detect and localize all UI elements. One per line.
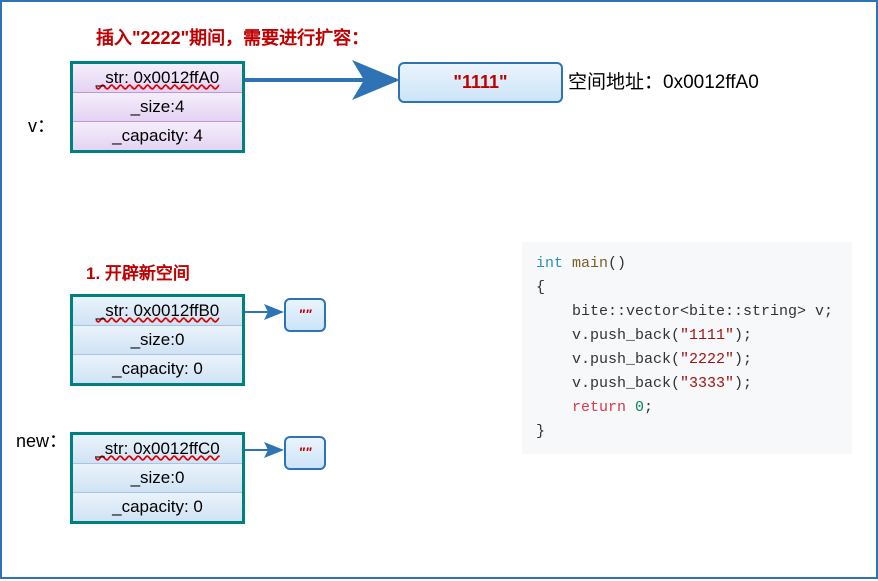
- code-semi: ;: [644, 399, 653, 416]
- struct-v: _str: 0x0012ffA0 _size:4 _capacity: 4: [70, 61, 245, 153]
- struct-v-size: _size:4: [73, 93, 242, 122]
- address-label: 空间地址：0x0012ffA0: [568, 67, 759, 94]
- code-push3c: );: [734, 375, 752, 392]
- code-push2-str: "2222": [680, 351, 734, 368]
- struct-v-str: _str: 0x0012ffA0: [73, 64, 242, 93]
- struct-new1: _str: 0x0012ffB0 _size:0 _capacity: 0: [70, 294, 245, 386]
- struct-new2: _str: 0x0012ffC0 _size:0 _capacity: 0: [70, 432, 245, 524]
- code-push1-str: "1111": [680, 327, 734, 344]
- code-return: return: [536, 399, 626, 416]
- struct-new2-str: _str: 0x0012ffC0: [73, 435, 242, 464]
- value-1111-text: "1111": [453, 72, 507, 92]
- struct-new2-size: _size:0: [73, 464, 242, 493]
- value-box-empty2: "": [284, 436, 326, 470]
- code-push2a: v.push_back(: [536, 351, 680, 368]
- code-push1c: );: [734, 327, 752, 344]
- code-brace-open: {: [536, 279, 545, 296]
- code-block: int main() { bite::vector<bite::string> …: [522, 242, 852, 454]
- struct-new1-cap: _capacity: 0: [73, 355, 242, 383]
- code-push3a: v.push_back(: [536, 375, 680, 392]
- struct-new1-str: _str: 0x0012ffB0: [73, 297, 242, 326]
- code-func-main: main: [563, 255, 608, 272]
- code-push1a: v.push_back(: [536, 327, 680, 344]
- empty1-text: "": [298, 306, 311, 322]
- struct-new1-size: _size:0: [73, 326, 242, 355]
- heading-step1: 1. 开辟新空间: [86, 259, 190, 284]
- struct-v-cap: _capacity: 4: [73, 122, 242, 150]
- code-brace-close: }: [536, 423, 545, 440]
- label-v: v：: [28, 112, 55, 138]
- code-parens: (): [608, 255, 626, 272]
- struct-new2-cap: _capacity: 0: [73, 493, 242, 521]
- value-box-1111: "1111": [398, 62, 563, 103]
- empty2-text: "": [298, 444, 311, 460]
- code-line-decl: bite::vector<bite::string> v;: [536, 303, 833, 320]
- label-new: new：: [16, 427, 67, 453]
- code-kw-int: int: [536, 255, 563, 272]
- code-push3-str: "3333": [680, 375, 734, 392]
- value-box-empty1: "": [284, 298, 326, 332]
- code-zero: 0: [626, 399, 644, 416]
- heading-insert: 插入"2222"期间，需要进行扩容：: [96, 24, 369, 50]
- diagram-canvas: 插入"2222"期间，需要进行扩容： v： _str: 0x0012ffA0 _…: [0, 0, 878, 579]
- code-push2c: );: [734, 351, 752, 368]
